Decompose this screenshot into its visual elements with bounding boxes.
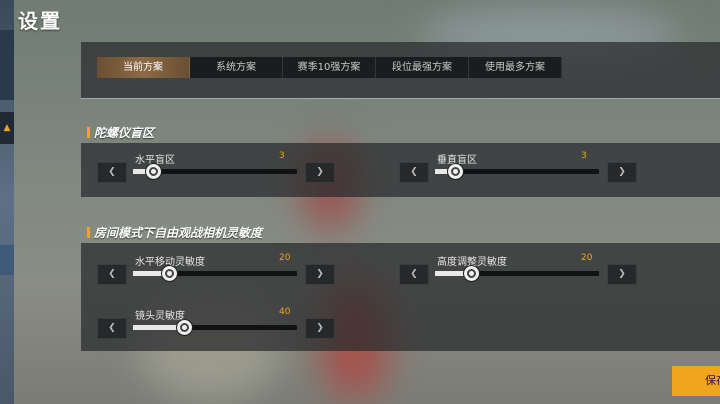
- section-title-text: 陀螺仪盲区: [94, 126, 155, 140]
- tab-most-used-scheme[interactable]: 使用最多方案: [469, 57, 562, 78]
- left-arrow-icon[interactable]: ▲: [0, 112, 14, 144]
- slider-value: 40: [279, 307, 291, 317]
- slider-height-adjust-sensitivity: 高度调整灵敏度 20 ❮ ❯: [399, 253, 637, 287]
- section-marker: [87, 127, 90, 138]
- increase-button[interactable]: ❯: [305, 162, 335, 183]
- slider-track[interactable]: [133, 163, 297, 180]
- slider-label: 镜头灵敏度: [135, 311, 185, 322]
- slider-knob[interactable]: [175, 319, 193, 336]
- left-rail: ▲: [0, 0, 14, 404]
- decrease-button[interactable]: ❮: [97, 264, 127, 285]
- section-title-spectator-camera: 房间模式下自由观战相机灵敏度: [87, 224, 262, 241]
- tab-rank-best-scheme[interactable]: 段位最强方案: [376, 57, 469, 78]
- increase-button[interactable]: ❯: [305, 264, 335, 285]
- left-rail-tab-2[interactable]: [0, 245, 14, 275]
- slider-value: 3: [279, 151, 285, 161]
- slider-value: 20: [581, 253, 593, 263]
- slider-track[interactable]: [435, 265, 599, 282]
- decrease-button[interactable]: ❮: [399, 264, 429, 285]
- slider-value: 3: [581, 151, 587, 161]
- scheme-tab-panel: 当前方案 系统方案 赛季10强方案 段位最强方案 使用最多方案: [81, 42, 720, 99]
- slider-track[interactable]: [133, 319, 297, 336]
- slider-knob[interactable]: [144, 163, 162, 180]
- decrease-button[interactable]: ❮: [97, 318, 127, 339]
- spectator-camera-box: 水平移动灵敏度 20 ❮ ❯ 高度调整灵敏度 20 ❮ ❯ 镜头灵敏度 40 ❮…: [81, 243, 720, 351]
- gyro-deadzone-box: 水平盲区 3 ❮ ❯ 垂直盲区 3 ❮ ❯: [81, 143, 720, 197]
- section-title-text: 房间模式下自由观战相机灵敏度: [94, 226, 263, 240]
- increase-button[interactable]: ❯: [305, 318, 335, 339]
- tab-season-top10-scheme[interactable]: 赛季10强方案: [283, 57, 376, 78]
- slider-vertical-deadzone: 垂直盲区 3 ❮ ❯: [399, 151, 637, 185]
- slider-knob[interactable]: [463, 265, 481, 282]
- section-marker: [87, 227, 90, 238]
- slider-track[interactable]: [435, 163, 599, 180]
- slider-track[interactable]: [133, 265, 297, 282]
- increase-button[interactable]: ❯: [607, 264, 637, 285]
- slider-horizontal-move-sensitivity: 水平移动灵敏度 20 ❮ ❯: [97, 253, 335, 287]
- slider-horizontal-deadzone: 水平盲区 3 ❮ ❯: [97, 151, 335, 185]
- tab-current-scheme[interactable]: 当前方案: [97, 57, 190, 78]
- left-rail-tab[interactable]: [0, 30, 14, 100]
- decrease-button[interactable]: ❮: [97, 162, 127, 183]
- increase-button[interactable]: ❯: [607, 162, 637, 183]
- section-title-gyro-deadzone: 陀螺仪盲区: [87, 124, 154, 141]
- decrease-button[interactable]: ❮: [399, 162, 429, 183]
- save-button[interactable]: 保存: [672, 366, 720, 396]
- slider-lens-sensitivity: 镜头灵敏度 40 ❮ ❯: [97, 307, 335, 341]
- slider-value: 20: [279, 253, 291, 263]
- tab-system-scheme[interactable]: 系统方案: [190, 57, 283, 78]
- page-title: 设置: [18, 9, 62, 33]
- slider-knob[interactable]: [446, 163, 464, 180]
- scheme-tabs: 当前方案 系统方案 赛季10强方案 段位最强方案 使用最多方案: [97, 57, 562, 78]
- slider-knob[interactable]: [161, 265, 179, 282]
